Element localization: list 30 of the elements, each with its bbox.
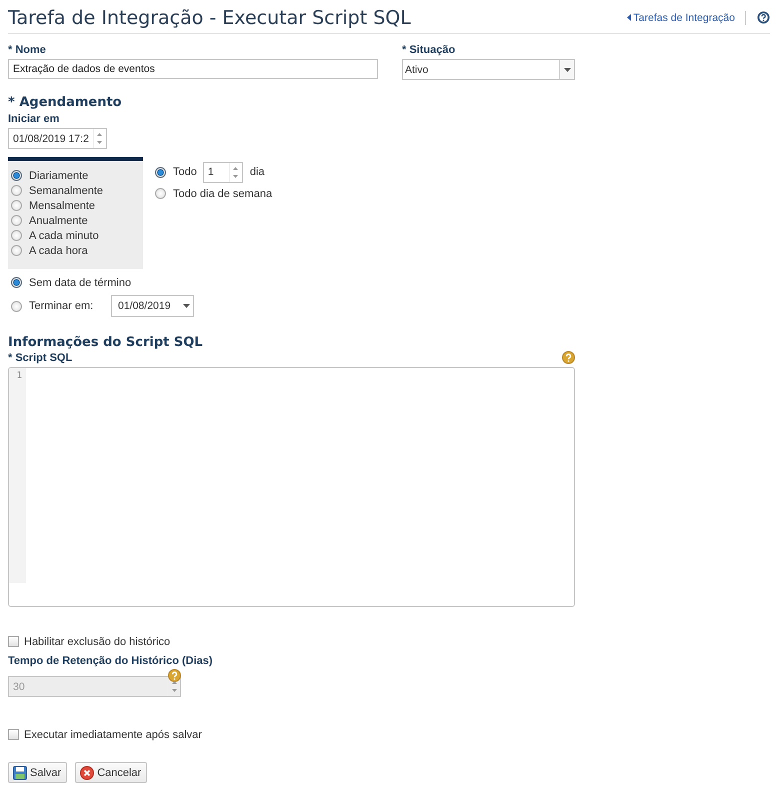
field-label: * Script SQL [8,352,72,364]
option-label: Terminar em: [29,300,94,312]
field-label: Iniciar em [8,113,60,125]
section-heading: * Agendamento [8,95,123,110]
status-dropdown[interactable]: Ativo [402,59,575,80]
section-heading: Informações do Script SQL [8,335,204,350]
end-date-dropdown[interactable]: 01/08/2019 [111,295,194,317]
unit-label: dia [250,166,265,178]
option-label: Anualmente [29,214,88,226]
start-date-field[interactable]: 01/08/2019 17:2 [8,128,107,149]
checkbox-label: Executar imediatamente após salvar [24,728,202,740]
option-label: Semanalmente [29,184,103,196]
option-label: A cada minuto [29,230,99,242]
name-field[interactable]: Extração de dados de eventos [8,59,378,79]
field-label: * Situação [402,44,456,56]
option-label: Sem data de término [29,276,132,288]
interval-field[interactable]: 1 [202,162,243,182]
page-title: Tarefa de Integração - Executar Script SQL [8,6,411,28]
cancel-button[interactable]: Cancelar [75,762,148,783]
checkbox-label: Habilitar exclusão do histórico [24,636,170,648]
option-label: Mensalmente [29,200,96,212]
option-label: A cada hora [29,244,88,256]
save-button[interactable]: Salvar [8,762,68,783]
option-label: Todo [173,166,197,178]
back-link[interactable]: Tarefas de Integração [627,12,735,24]
option-label: Todo dia de semana [173,188,272,200]
line-number: 1 [16,371,22,381]
field-label: * Nome [8,44,47,56]
field-label: Tempo de Retenção do Histórico (Dias) [8,655,214,667]
option-label: Diariamente [29,170,88,182]
